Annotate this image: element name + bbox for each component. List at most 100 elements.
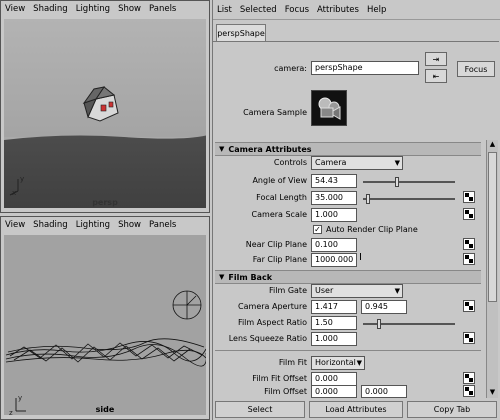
side-viewport[interactable]: y z side	[4, 235, 206, 415]
persp-menu-shading[interactable]: Shading	[33, 4, 68, 14]
collapse-triangle-icon: ▼	[219, 273, 225, 281]
map-button-lens-squeeze[interactable]	[463, 332, 475, 344]
arrow-out-icon: ⇤	[432, 71, 440, 81]
side-menu-shading[interactable]: Shading	[33, 220, 68, 230]
film-fit-offset-label: Film Fit Offset	[252, 374, 307, 383]
film-offset-field-2[interactable]: 0.000	[361, 385, 407, 398]
camera-scale-label: Camera Scale	[251, 210, 307, 219]
camera-sample-label: Camera Sample	[243, 108, 307, 117]
persp-axis-y: y	[20, 175, 24, 183]
side-view-label: side	[95, 405, 115, 414]
ae-menubar: List Selected Focus Attributes Help	[213, 0, 500, 20]
film-fit-dropdown[interactable]: Horizontal ▼	[311, 356, 365, 370]
angle-of-view-slider[interactable]	[363, 177, 455, 187]
tab-perspshape[interactable]: perspShape	[216, 24, 266, 41]
section-film-back[interactable]: ▼ Film Back	[215, 270, 481, 284]
output-connection-button[interactable]: ⇤	[425, 69, 447, 83]
film-offset-label: Film Offset	[264, 387, 307, 396]
side-scene: y z	[5, 290, 206, 415]
film-aspect-ratio-slider-handle[interactable]	[377, 319, 381, 329]
tab-divider	[213, 41, 499, 42]
film-aspect-ratio-slider[interactable]	[363, 319, 455, 329]
focus-button[interactable]: Focus	[457, 61, 495, 77]
ae-menu-help[interactable]: Help	[367, 5, 386, 15]
camera-aperture-label: Camera Aperture	[238, 302, 307, 311]
near-clip-label: Near Clip Plane	[245, 240, 307, 249]
film-back-divider	[215, 350, 481, 351]
far-clip-field[interactable]: 1000.000	[311, 253, 357, 267]
persp-menu-panels[interactable]: Panels	[149, 4, 176, 14]
terrain-wireframe	[5, 338, 206, 367]
controls-value: Camera	[315, 158, 347, 167]
far-clip-label: Far Clip Plane	[252, 255, 307, 264]
persp-viewport[interactable]: y x persp	[4, 19, 206, 208]
collapse-triangle-icon: ▼	[219, 145, 225, 153]
angle-of-view-label: Angle of View	[252, 176, 307, 185]
map-button-near-clip[interactable]	[463, 238, 475, 250]
text-cursor-icon: I	[359, 252, 362, 263]
side-menu-lighting[interactable]: Lighting	[76, 220, 110, 230]
auto-render-clip-checkbox[interactable]: ✓	[313, 225, 322, 234]
chevron-down-icon: ▼	[394, 159, 400, 167]
camera-aperture-field-1[interactable]: 1.417	[311, 300, 357, 314]
side-panel: View Shading Lighting Show Panels y z si…	[0, 216, 210, 420]
film-fit-offset-field[interactable]: 0.000	[311, 372, 357, 386]
persp-view-label: persp	[92, 198, 118, 207]
ae-scrollbar[interactable]: ▲ ▼	[486, 140, 498, 398]
side-menubar: View Shading Lighting Show Panels	[1, 217, 176, 233]
near-clip-field[interactable]: 0.100	[311, 238, 357, 252]
angle-of-view-field[interactable]: 54.43	[311, 174, 357, 188]
ae-menu-focus[interactable]: Focus	[285, 5, 309, 15]
controls-label: Controls	[273, 158, 307, 167]
scrollbar-thumb[interactable]	[488, 152, 497, 302]
persp-axis-x: x	[12, 189, 16, 197]
side-menu-panels[interactable]: Panels	[149, 220, 176, 230]
map-button-far-clip[interactable]	[463, 253, 475, 265]
side-axis-y: y	[18, 394, 22, 402]
camera-manipulator-icon	[172, 290, 202, 320]
scroll-down-arrow-icon[interactable]: ▼	[487, 388, 498, 398]
attribute-editor: List Selected Focus Attributes Help pers…	[212, 0, 500, 420]
map-button-camera-aperture[interactable]	[463, 300, 475, 312]
ae-menu-attributes[interactable]: Attributes	[317, 5, 359, 15]
copy-tab-button[interactable]: Copy Tab	[407, 401, 497, 418]
section-camera-attributes-title: Camera Attributes	[228, 144, 312, 154]
input-connection-button[interactable]: ⇥	[425, 52, 447, 66]
focal-length-slider-handle[interactable]	[366, 194, 370, 204]
map-button-film-fit-offset[interactable]	[463, 372, 475, 384]
persp-menu-show[interactable]: Show	[118, 4, 141, 14]
camera-name-label: camera:	[274, 64, 307, 73]
section-camera-attributes[interactable]: ▼ Camera Attributes	[215, 142, 481, 156]
arrow-in-icon: ⇥	[432, 54, 440, 64]
focal-length-label: Focal Length	[256, 193, 307, 202]
map-button-film-offset[interactable]	[463, 385, 475, 397]
film-gate-label: Film Gate	[269, 286, 307, 295]
side-menu-show[interactable]: Show	[118, 220, 141, 230]
film-aspect-ratio-field[interactable]: 1.50	[311, 316, 357, 330]
persp-menu-view[interactable]: View	[5, 4, 25, 14]
focal-length-field[interactable]: 35.000	[311, 191, 357, 205]
controls-dropdown[interactable]: Camera ▼	[311, 156, 403, 170]
film-fit-value: Horizontal	[315, 358, 356, 367]
scroll-up-arrow-icon[interactable]: ▲	[487, 140, 498, 150]
film-offset-field-1[interactable]: 0.000	[311, 385, 357, 398]
persp-menu-lighting[interactable]: Lighting	[76, 4, 110, 14]
persp-menubar: View Shading Lighting Show Panels	[1, 1, 176, 17]
focal-length-slider[interactable]	[363, 194, 455, 204]
lens-squeeze-ratio-field[interactable]: 1.000	[311, 332, 357, 346]
film-gate-dropdown[interactable]: User ▼	[311, 284, 403, 298]
ae-menu-selected[interactable]: Selected	[240, 5, 277, 15]
camera-name-field[interactable]: perspShape	[311, 61, 419, 75]
load-attributes-button[interactable]: Load Attributes	[309, 401, 403, 418]
camera-scale-field[interactable]: 1.000	[311, 208, 357, 222]
angle-of-view-slider-handle[interactable]	[395, 177, 399, 187]
ae-menu-list[interactable]: List	[217, 5, 232, 15]
persp-panel: View Shading Lighting Show Panels y x pe…	[0, 0, 210, 213]
camera-aperture-field-2[interactable]: 0.945	[361, 300, 407, 314]
side-menu-view[interactable]: View	[5, 220, 25, 230]
persp-scene: y x	[4, 19, 206, 208]
map-button-camera-scale[interactable]	[463, 208, 475, 220]
camera-sample-swatch	[311, 90, 347, 126]
select-button[interactable]: Select	[215, 401, 305, 418]
map-button-focal-length[interactable]	[463, 191, 475, 203]
